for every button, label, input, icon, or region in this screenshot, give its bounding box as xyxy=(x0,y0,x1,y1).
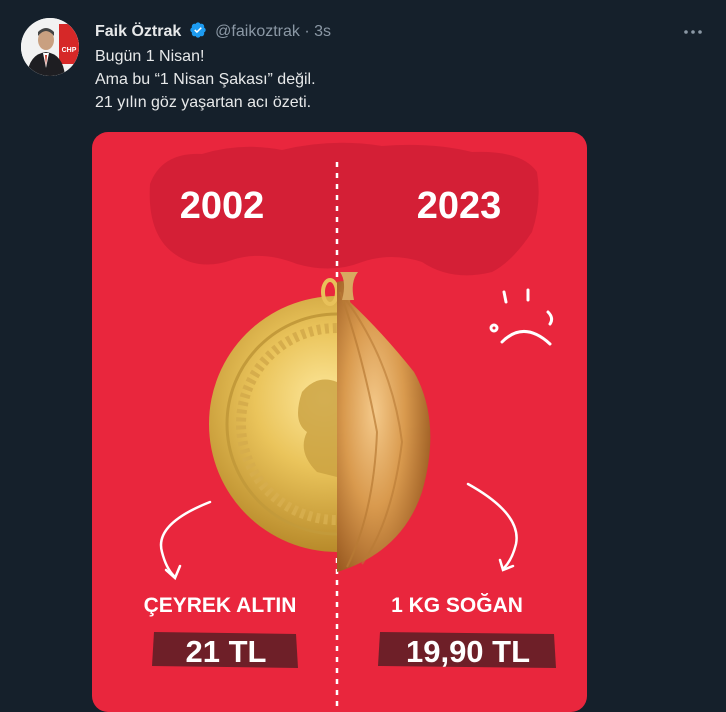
separator-dot: · xyxy=(304,23,310,40)
curved-arrow-icon xyxy=(466,482,518,572)
curved-arrow-icon xyxy=(159,500,212,581)
tweet-line: 21 yılın göz yaşartan acı özeti. xyxy=(95,94,312,111)
year-right: 2023 xyxy=(417,185,502,227)
tweet-line: Bugün 1 Nisan! xyxy=(95,48,205,65)
avatar-image: CHP xyxy=(21,18,79,76)
tweet-line: Ama bu “1 Nisan Şakası” değil. xyxy=(95,71,316,88)
onion xyxy=(337,272,431,572)
tweet-header: Faik Öztrak @faikoztrak · 3s xyxy=(95,21,710,43)
infographic: 2002 2023 ÇEYREK ALTIN 1 KG SOĞAN 21 TL … xyxy=(144,142,556,712)
verified-badge-icon xyxy=(190,22,206,38)
price-left: 21 TL xyxy=(186,634,267,669)
label-left: ÇEYREK ALTIN xyxy=(144,594,297,617)
label-right: 1 KG SOĞAN xyxy=(391,593,523,617)
more-horizontal-icon[interactable] xyxy=(680,21,706,43)
sad-face-icon xyxy=(489,288,554,346)
tweet-media-image[interactable]: 2002 2023 ÇEYREK ALTIN 1 KG SOĞAN 21 TL … xyxy=(92,132,587,712)
author-handle[interactable]: @faikoztrak xyxy=(215,23,300,40)
price-right: 19,90 TL xyxy=(406,634,530,669)
year-left: 2002 xyxy=(180,185,265,227)
avatar-badge-text: CHP xyxy=(62,47,77,54)
avatar[interactable]: CHP xyxy=(21,18,79,76)
tweet-time[interactable]: 3s xyxy=(314,23,331,40)
tweet-text: Bugün 1 Nisan! Ama bu “1 Nisan Şakası” d… xyxy=(95,45,316,114)
author-name[interactable]: Faik Öztrak xyxy=(95,23,181,40)
